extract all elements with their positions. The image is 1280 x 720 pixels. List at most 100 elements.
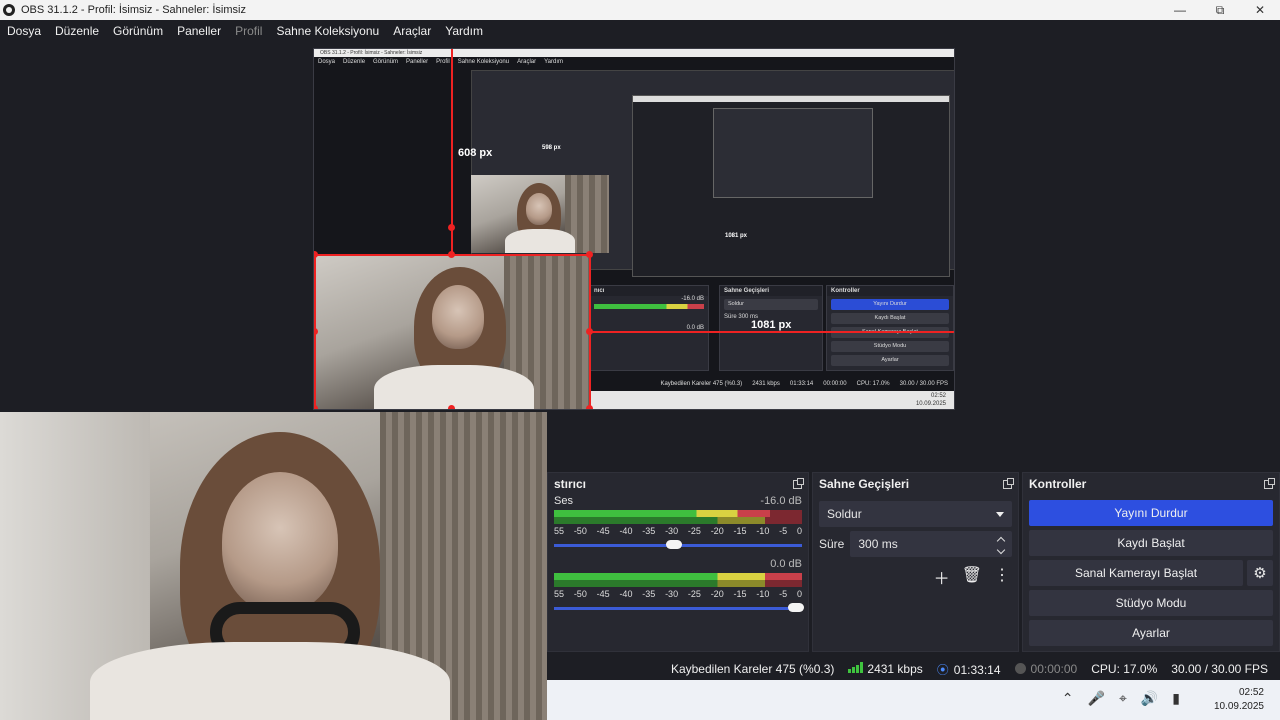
clock-time: 02:52 <box>1238 687 1264 698</box>
meter-ticks: 55 -50 -45 -40 -35 -30 -25 -20 -15 -10 -5 0 <box>554 589 802 599</box>
tick-label: -5 <box>779 526 788 536</box>
tick-label: -20 <box>710 526 724 536</box>
face <box>526 193 552 225</box>
bitrate-indicator: 2431 kbps <box>848 662 923 676</box>
chevron-down-icon[interactable] <box>996 545 1006 555</box>
tick-label: -15 <box>733 526 747 536</box>
more-vertical-icon[interactable]: ⋮ <box>994 565 1010 589</box>
preview-canvas[interactable]: OBS 31.1.2 - Profil: İsimsiz - Sahneler:… <box>313 48 955 410</box>
undock-icon[interactable] <box>1264 477 1275 489</box>
close-icon[interactable]: ✕ <box>1240 0 1280 20</box>
record-dot-icon <box>1014 663 1026 674</box>
studio-mode-button[interactable]: Stüdyo Modu <box>1029 590 1273 616</box>
vertical-distance-label: 608 px <box>458 147 493 159</box>
mini-stream-time: 01:33:14 <box>789 381 814 387</box>
resize-handle[interactable] <box>448 251 455 258</box>
transition-select[interactable]: Soldur <box>819 501 1012 527</box>
mini-bitrate: 2431 kbps <box>752 381 780 387</box>
mini-dock-title: Kontroller <box>827 286 953 296</box>
menu-profile[interactable]: Profil <box>235 24 262 38</box>
menu-help[interactable]: Yardım <box>445 24 483 38</box>
mixer-channel: 0.0 dB 55 -50 -45 -40 -35 -30 -25 -20 -15 -10 -5 0 <box>548 558 808 613</box>
undock-icon[interactable] <box>1003 477 1014 489</box>
controls-dock: Kontroller Yayını Durdur Kaydı Başlat Sa… <box>1022 472 1280 652</box>
transitions-title: Sahne Geçişleri <box>819 477 910 491</box>
mini-menu-item: Düzenle <box>343 59 366 65</box>
resize-handle[interactable] <box>586 328 593 335</box>
camera-source-small <box>471 175 609 253</box>
mini-fps: 30.00 / 30.00 FPS <box>899 381 948 387</box>
shirt <box>90 642 450 720</box>
wifi-icon[interactable]: ⌖ <box>1119 690 1127 707</box>
volume-slider[interactable] <box>554 540 802 550</box>
nested-preview-inner: 1081 px <box>632 95 950 277</box>
duration-input[interactable]: 300 ms <box>850 531 1012 557</box>
mini-studio-mode: Stüdyo Modu <box>831 341 949 352</box>
fps: 30.00 / 30.00 FPS <box>1171 662 1268 676</box>
tick-label: 0 <box>796 526 802 536</box>
undock-icon[interactable] <box>793 477 804 489</box>
minimize-icon[interactable]: — <box>1160 0 1200 20</box>
restore-icon[interactable]: ⧉ <box>1200 0 1240 20</box>
duration-spinner[interactable] <box>994 535 1008 555</box>
volume-meter <box>554 510 802 524</box>
chevron-up-icon[interactable]: ⌃ <box>1062 690 1074 707</box>
stop-stream-button[interactable]: Yayını Durdur <box>1029 500 1273 526</box>
mini-stop-stream: Yayını Durdur <box>831 299 949 310</box>
meter-ticks: 55 -50 -45 -40 -35 -30 -25 -20 -15 -10 -5 0 <box>554 526 802 536</box>
microphone-icon[interactable]: 🎤 <box>1088 690 1105 707</box>
dock-header: Kontroller <box>1023 473 1279 495</box>
trash-icon[interactable]: 🗑 <box>962 565 982 589</box>
channel-db: 0.0 dB <box>770 558 802 570</box>
mini-transition-select: Soldur <box>724 299 818 310</box>
resize-handle[interactable] <box>586 405 593 409</box>
volume-slider[interactable] <box>554 603 804 613</box>
resize-handle[interactable] <box>448 405 455 409</box>
menu-view[interactable]: Görünüm <box>113 24 163 38</box>
mixer-channel: Ses -16.0 dB 55 -50 -45 -40 -35 -30 -25 -20 -15-… <box>548 495 808 550</box>
start-virtual-camera-button[interactable]: Sanal Kamerayı Başlat <box>1029 560 1243 586</box>
obs-logo-icon <box>3 4 15 16</box>
resize-handle[interactable] <box>586 251 593 258</box>
mini-menu-item: Sahne Koleksiyonu <box>457 59 510 65</box>
broadcast-icon: ⦿ <box>936 662 949 677</box>
meter-level <box>554 573 802 580</box>
battery-icon[interactable]: ▮ <box>1172 690 1180 707</box>
chevron-up-icon[interactable] <box>996 536 1006 546</box>
rec-time-value: 00:00:00 <box>1030 662 1078 676</box>
bitrate-value: 2431 kbps <box>867 662 923 676</box>
tick-label: -45 <box>596 526 610 536</box>
gear-icon[interactable]: ⚙ <box>1247 560 1273 586</box>
menu-bar: Dosya Düzenle Görünüm Paneller Profil Sa… <box>0 20 1280 42</box>
speaker-icon[interactable]: 🔊 <box>1141 690 1158 707</box>
channel-name: Ses <box>554 495 573 507</box>
menu-file[interactable]: Dosya <box>7 24 41 38</box>
nested-preview-deep <box>713 108 873 198</box>
resize-handle[interactable] <box>314 405 318 409</box>
slider-knob[interactable] <box>666 540 683 549</box>
menu-edit[interactable]: Düzenle <box>55 24 99 38</box>
stream-time-value: 01:33:14 <box>953 662 1001 677</box>
selection-box[interactable] <box>314 254 591 409</box>
menu-docks[interactable]: Paneller <box>177 24 221 38</box>
tick-label: -10 <box>756 526 770 536</box>
start-recording-button[interactable]: Kaydı Başlat <box>1029 530 1273 556</box>
mini-rec-time: 00:00:00 <box>823 381 847 387</box>
mini-controls-dock: Kontroller Yayını Durdur Kaydı Başlat Sa… <box>826 285 954 371</box>
mini-menu-item: Araçlar <box>517 59 537 65</box>
clock[interactable]: 02:52 10.09.2025 <box>1214 686 1264 714</box>
settings-button[interactable]: Ayarlar <box>1029 620 1273 646</box>
tick-label: 55 <box>554 589 565 599</box>
channel-header: Ses -16.0 dB <box>554 495 802 507</box>
dropped-frames: Kaybedilen Kareler 475 (%0.3) <box>670 662 835 676</box>
dock-header: stırıcı <box>548 473 808 495</box>
controls-title: Kontroller <box>1029 477 1087 491</box>
slider-knob[interactable] <box>788 603 804 612</box>
menu-tools[interactable]: Araçlar <box>393 24 431 38</box>
channel-db: -16.0 dB <box>760 495 802 507</box>
tick-label: -50 <box>573 589 587 599</box>
mini-dock-title: Sahne Geçişleri <box>720 286 822 296</box>
menu-scene-collection[interactable]: Sahne Koleksiyonu <box>276 24 379 38</box>
add-icon[interactable]: ＋ <box>934 565 950 589</box>
title-bar: OBS 31.1.2 - Profil: İsimsiz - Sahneler:… <box>0 0 1280 20</box>
